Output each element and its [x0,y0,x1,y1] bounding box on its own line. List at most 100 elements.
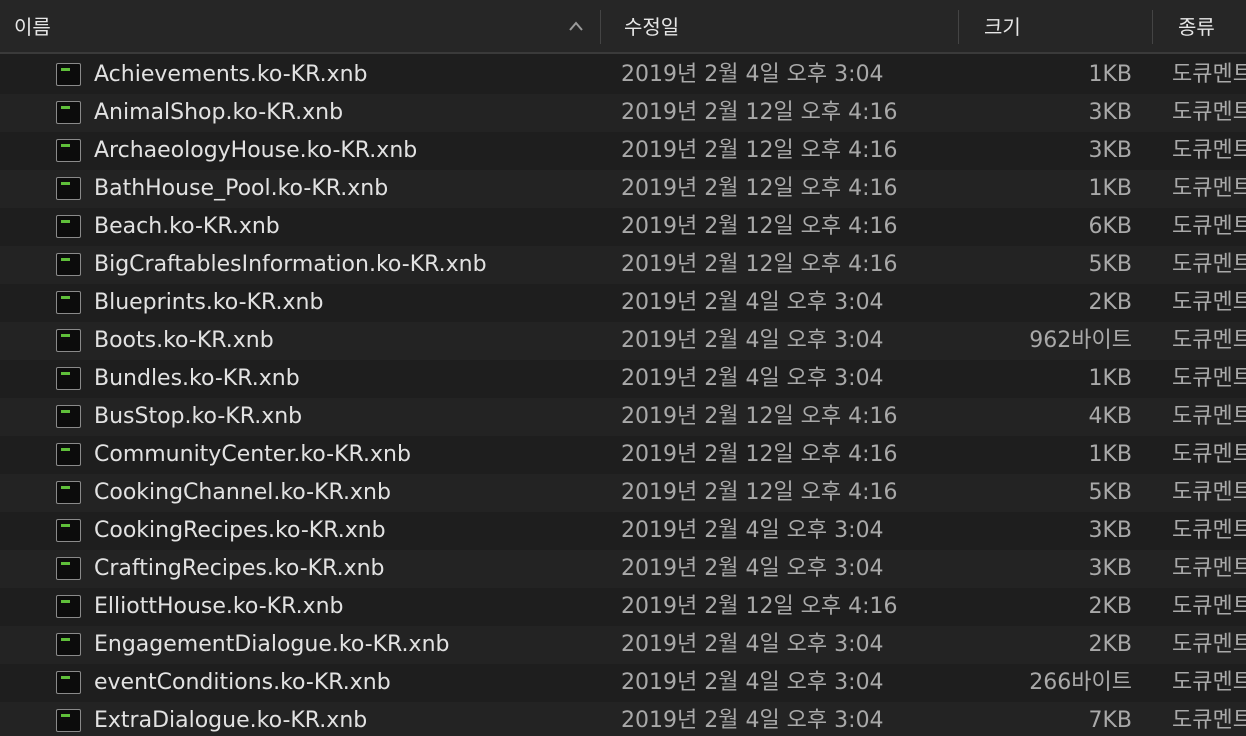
file-name: EngagementDialogue.ko-KR.xnb [94,632,450,657]
file-name: Boots.ko-KR.xnb [94,328,274,353]
file-row[interactable]: BigCraftablesInformation.ko-KR.xnb 2019년 … [0,246,1246,284]
file-size: 3KB [1088,100,1132,125]
file-kind: 도큐멘트 [1172,176,1246,201]
file-kind: 도큐멘트 [1172,708,1246,733]
file-size: 2KB [1088,594,1132,619]
file-size: 6KB [1088,214,1132,239]
file-row[interactable]: AnimalShop.ko-KR.xnb 2019년 2월 12일 오후 4:16… [0,94,1246,132]
file-row[interactable]: CommunityCenter.ko-KR.xnb 2019년 2월 12일 오후… [0,436,1246,474]
file-size: 5KB [1088,480,1132,505]
file-row[interactable]: Achievements.ko-KR.xnb 2019년 2월 4일 오후 3:0… [0,56,1246,94]
file-row[interactable]: Blueprints.ko-KR.xnb 2019년 2월 4일 오후 3:04 2… [0,284,1246,322]
file-kind: 도큐멘트 [1172,632,1246,657]
file-modified: 2019년 2월 12일 오후 4:16 [621,176,898,201]
file-kind: 도큐멘트 [1172,594,1246,619]
file-row[interactable]: Bundles.ko-KR.xnb 2019년 2월 4일 오후 3:04 1KB 도… [0,360,1246,398]
file-modified: 2019년 2월 12일 오후 4:16 [621,442,898,467]
column-header-modified[interactable]: 수정일 [624,0,679,52]
file-row[interactable]: Boots.ko-KR.xnb 2019년 2월 4일 오후 3:04 962바이트… [0,322,1246,360]
document-icon [56,709,81,732]
file-name: Beach.ko-KR.xnb [94,214,280,239]
document-icon [56,595,81,618]
file-size: 962바이트 [1029,328,1132,353]
document-icon [56,215,81,238]
column-header-kind[interactable]: 종류 [1178,0,1215,52]
file-name: Bundles.ko-KR.xnb [94,366,300,391]
file-row[interactable]: BathHouse_Pool.ko-KR.xnb 2019년 2월 12일 오후 … [0,170,1246,208]
chevron-up-icon[interactable] [568,20,584,32]
document-icon [56,177,81,200]
file-name: ExtraDialogue.ko-KR.xnb [94,708,368,733]
file-kind: 도큐멘트 [1172,670,1246,695]
file-kind: 도큐멘트 [1172,290,1246,315]
file-name: CraftingRecipes.ko-KR.xnb [94,556,385,581]
column-header-bar: 이름 수정일 크기 종류 [0,0,1246,54]
file-name: CommunityCenter.ko-KR.xnb [94,442,411,467]
file-name: BusStop.ko-KR.xnb [94,404,303,429]
file-size: 3KB [1088,556,1132,581]
document-icon [56,63,81,86]
file-name: CookingRecipes.ko-KR.xnb [94,518,386,543]
file-name: eventConditions.ko-KR.xnb [94,670,391,695]
file-name: Achievements.ko-KR.xnb [94,62,368,87]
file-size: 3KB [1088,138,1132,163]
column-header-kind-label: 종류 [1178,15,1215,39]
file-row[interactable]: EngagementDialogue.ko-KR.xnb 2019년 2월 4일 … [0,626,1246,664]
document-icon [56,367,81,390]
file-modified: 2019년 2월 4일 오후 3:04 [621,328,884,353]
file-modified: 2019년 2월 12일 오후 4:16 [621,594,898,619]
document-icon [56,253,81,276]
file-name: ArchaeologyHouse.ko-KR.xnb [94,138,418,163]
file-row[interactable]: Beach.ko-KR.xnb 2019년 2월 12일 오후 4:16 6KB 도큐… [0,208,1246,246]
file-name: AnimalShop.ko-KR.xnb [94,100,344,125]
file-modified: 2019년 2월 4일 오후 3:04 [621,62,884,87]
file-row[interactable]: CraftingRecipes.ko-KR.xnb 2019년 2월 4일 오후 … [0,550,1246,588]
file-list: Achievements.ko-KR.xnb 2019년 2월 4일 오후 3:0… [0,56,1246,736]
file-modified: 2019년 2월 4일 오후 3:04 [621,632,884,657]
column-header-modified-label: 수정일 [624,15,680,39]
finder-list-view: 이름 수정일 크기 종류 Achievements.ko-KR.xnb 2019년… [0,0,1246,736]
file-name: Blueprints.ko-KR.xnb [94,290,324,315]
file-kind: 도큐멘트 [1172,100,1246,125]
file-row[interactable]: CookingRecipes.ko-KR.xnb 2019년 2월 4일 오후 3… [0,512,1246,550]
file-modified: 2019년 2월 12일 오후 4:16 [621,214,898,239]
file-row[interactable]: ExtraDialogue.ko-KR.xnb 2019년 2월 4일 오후 3:… [0,702,1246,736]
column-header-name[interactable]: 이름 [14,0,51,52]
file-size: 4KB [1088,404,1132,429]
file-row[interactable]: ArchaeologyHouse.ko-KR.xnb 2019년 2월 12일 오… [0,132,1246,170]
file-size: 5KB [1088,252,1132,277]
file-row[interactable]: BusStop.ko-KR.xnb 2019년 2월 12일 오후 4:16 4KB… [0,398,1246,436]
column-header-size-label: 크기 [984,15,1021,39]
file-name: BathHouse_Pool.ko-KR.xnb [94,176,389,201]
column-divider[interactable] [600,10,601,44]
file-modified: 2019년 2월 4일 오후 3:04 [621,670,884,695]
file-row[interactable]: eventConditions.ko-KR.xnb 2019년 2월 4일 오후 … [0,664,1246,702]
file-kind: 도큐멘트 [1172,404,1246,429]
file-modified: 2019년 2월 4일 오후 3:04 [621,708,884,733]
column-header-size[interactable]: 크기 [984,0,1021,52]
document-icon [56,671,81,694]
file-size: 1KB [1088,366,1132,391]
file-modified: 2019년 2월 12일 오후 4:16 [621,404,898,429]
column-header-name-label: 이름 [14,15,51,39]
file-row[interactable]: CookingChannel.ko-KR.xnb 2019년 2월 12일 오후 … [0,474,1246,512]
document-icon [56,291,81,314]
file-name: BigCraftablesInformation.ko-KR.xnb [94,252,487,277]
column-divider[interactable] [958,10,959,44]
document-icon [56,405,81,428]
file-modified: 2019년 2월 12일 오후 4:16 [621,100,898,125]
document-icon [56,481,81,504]
file-size: 3KB [1088,518,1132,543]
file-modified: 2019년 2월 4일 오후 3:04 [621,556,884,581]
file-kind: 도큐멘트 [1172,138,1246,163]
file-modified: 2019년 2월 4일 오후 3:04 [621,366,884,391]
file-kind: 도큐멘트 [1172,518,1246,543]
file-kind: 도큐멘트 [1172,480,1246,505]
file-modified: 2019년 2월 12일 오후 4:16 [621,138,898,163]
column-divider[interactable] [1152,10,1153,44]
document-icon [56,633,81,656]
file-name: ElliottHouse.ko-KR.xnb [94,594,344,619]
file-kind: 도큐멘트 [1172,442,1246,467]
document-icon [56,519,81,542]
file-row[interactable]: ElliottHouse.ko-KR.xnb 2019년 2월 12일 오후 4:… [0,588,1246,626]
